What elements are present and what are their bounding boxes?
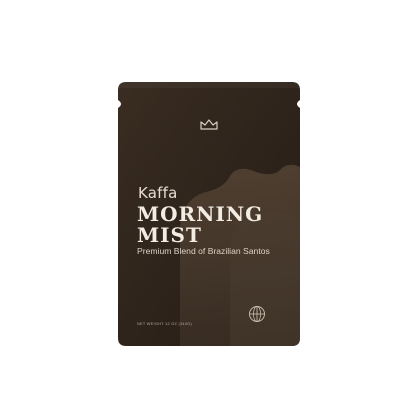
- net-weight-label: NET WEIGHT 12 OZ (340G): [137, 322, 193, 326]
- product-title: MORNING MIST: [137, 204, 287, 246]
- globe-icon: [249, 306, 265, 322]
- product-title-line1: MORNING: [137, 202, 264, 226]
- product-scene: Kaffa MORNING MIST Premium Blend of Braz…: [0, 0, 420, 420]
- crown-icon: [200, 119, 218, 130]
- coffee-pouch: Kaffa MORNING MIST Premium Blend of Braz…: [110, 80, 308, 350]
- product-tagline: Premium Blend of Brazilian Santos: [137, 246, 270, 256]
- brand-name: Kaffa: [138, 184, 178, 202]
- product-title-line2: MIST: [137, 223, 202, 247]
